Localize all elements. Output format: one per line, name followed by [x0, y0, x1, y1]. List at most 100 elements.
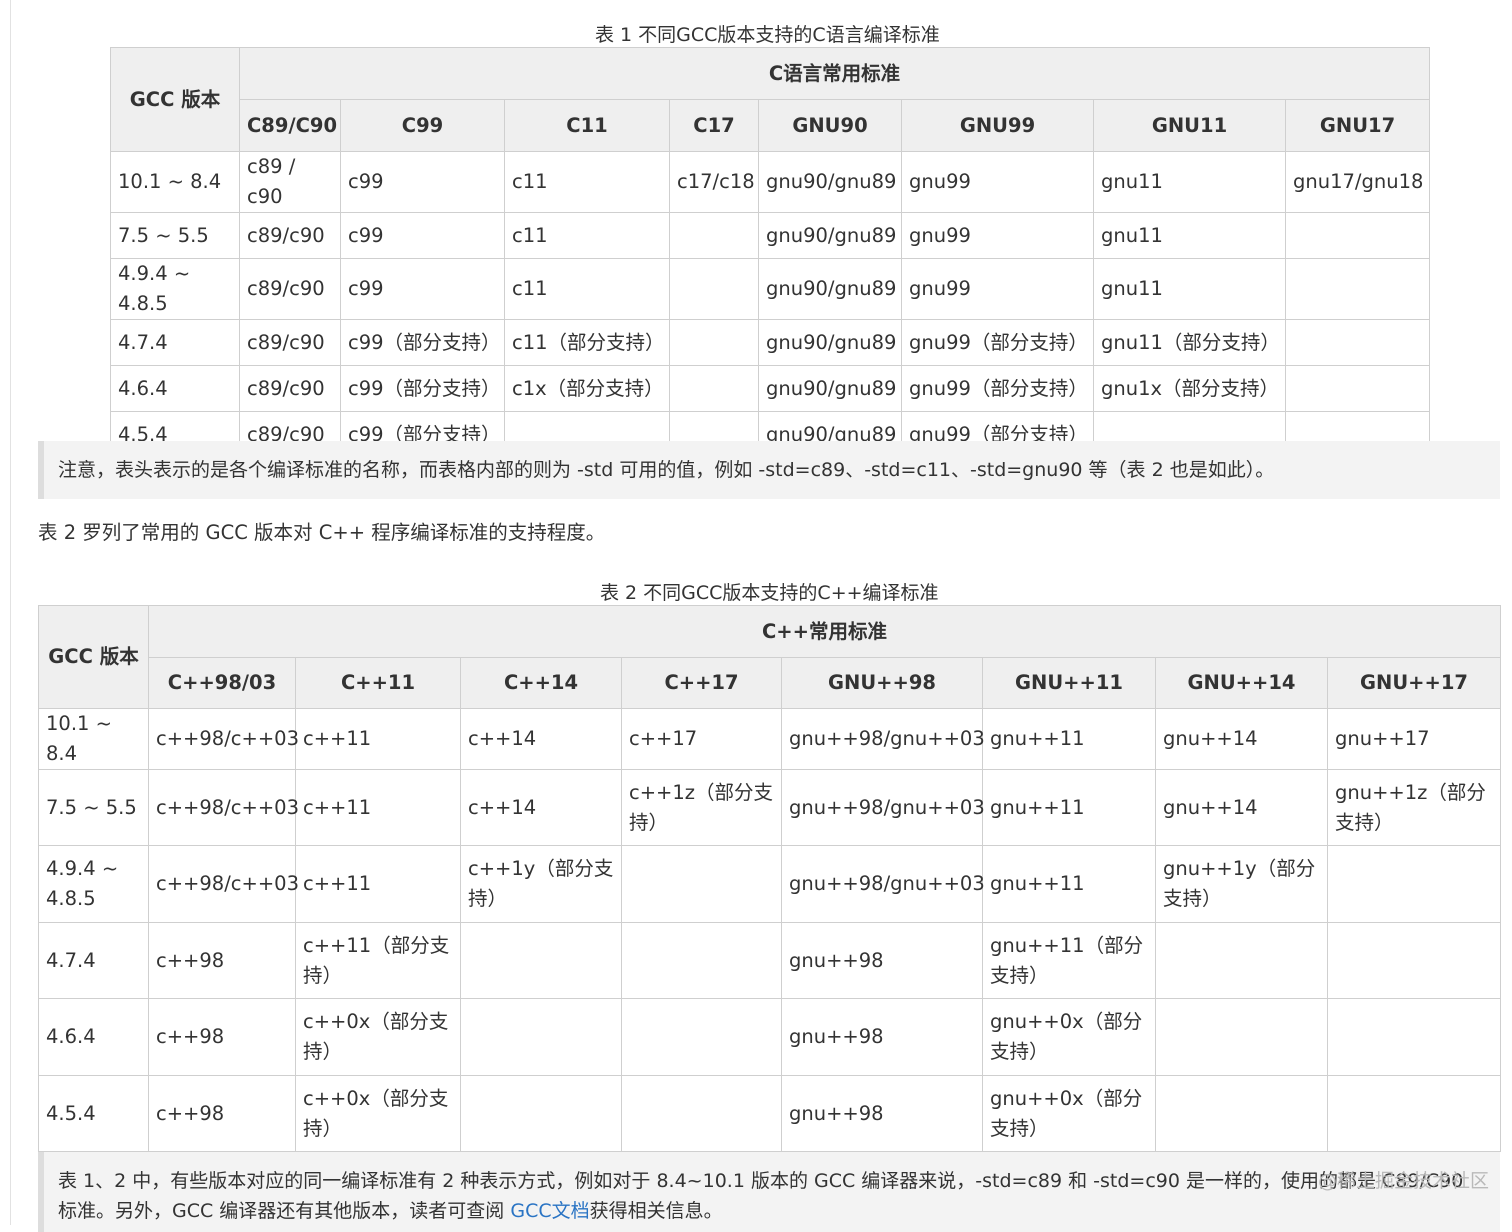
table1-column-header: C99 — [340, 99, 505, 152]
table-cell: 4.7.4 — [110, 319, 240, 366]
table2-caption: 表 2 不同GCC版本支持的C++编译标准 — [600, 582, 939, 604]
table1-column-header: C11 — [504, 99, 670, 152]
table-cell: c89/c90 — [239, 319, 341, 366]
table-cell: gnu90/gnu89 — [758, 319, 902, 366]
note-text-2-before-link: 标准。另外，GCC 编译器还有其他版本，读者可查阅 — [58, 1200, 511, 1222]
table-cell: c++1y（部分支持） — [460, 845, 622, 923]
table2-column-header: C++14 — [460, 657, 622, 709]
table-cell: gnu11 — [1093, 258, 1286, 320]
watermark: @稀土掘金技术社区 — [1318, 1170, 1490, 1192]
table-cell: c17/c18 — [669, 151, 759, 213]
table2-column-header: GNU++11 — [982, 657, 1156, 709]
table-cell: gnu++1y（部分支持） — [1155, 845, 1328, 923]
table-cell: gnu++98/gnu++03 — [781, 708, 985, 770]
table-cell: c++11 — [295, 708, 461, 770]
table-cell: c99 — [340, 212, 505, 259]
table-cell: c++14 — [460, 708, 622, 770]
table-cell: gnu++14 — [1155, 708, 1328, 770]
table-cell — [1327, 922, 1501, 999]
table-cell: gnu90/gnu89 — [758, 212, 902, 259]
table-cell: gnu11 — [1093, 212, 1286, 259]
table-cell: c89/c90 — [239, 365, 341, 412]
table-cell: c99（部分支持） — [340, 365, 505, 412]
table-row: 10.1 ~ 8.4 c++98/c++03 c++11 c++14 c++17 gnu+… — [38, 708, 1501, 770]
table-cell: gnu++1z（部分支持） — [1327, 769, 1501, 846]
table1-column-headers: C89/C90 C99 C11 C17 GNU90 GNU99 GNU11 GNU17 — [111, 99, 1431, 152]
table-cell — [1327, 998, 1501, 1076]
table-cell: gnu++98/gnu++03 — [781, 845, 985, 923]
table-cell: 4.9.4 ~ 4.8.5 — [110, 258, 240, 320]
table-cell — [1284, 365, 1431, 412]
table2-corner-header: GCC 版本 — [38, 605, 149, 709]
note-blockquote-2: 表 1、2 中，有些版本对应的同一编译标准有 2 种表示方式，例如对于 8.4~… — [38, 1152, 1500, 1232]
table-cell: gnu++14 — [1155, 769, 1328, 846]
table-row: 4.5.4 c++98 c++0x（部分支持） gnu++98 gnu++0x（部分支持… — [38, 1075, 1501, 1152]
table-row: 4.6.4 c++98 c++0x（部分支持） gnu++98 gnu++0x（部分支持… — [38, 998, 1501, 1076]
table-cell: c11（部分支持） — [504, 319, 670, 366]
note-text-2-line2: 标准。另外，GCC 编译器还有其他版本，读者可查阅 GCC文档获得相关信息。 — [58, 1196, 1500, 1226]
table-row: 4.9.4 ~ 4.8.5 c89/c90 c99 c11 gnu90/gnu89 gnu… — [110, 258, 1431, 320]
table-row: 7.5 ~ 5.5 c89/c90 c99 c11 gnu90/gnu89 gnu99 gn… — [110, 212, 1431, 259]
table-cell: c++98 — [148, 1075, 296, 1152]
table-cell: 10.1 ~ 8.4 — [38, 708, 149, 770]
table-cell — [1155, 1075, 1328, 1152]
table-row: 4.9.4 ~ 4.8.5 c++98/c++03 c++11 c++1y（部分支持）… — [38, 845, 1501, 923]
note-text-1: 注意，表头表示的是各个编译标准的名称，而表格内部的则为 -std 可用的值，例如… — [58, 459, 1275, 481]
table2-column-header: GNU++17 — [1327, 657, 1501, 709]
table-cell — [1327, 845, 1501, 923]
table-row: 10.1 ~ 8.4 c89 / c90 c99 c11 c17/c18 gnu90/gn… — [110, 151, 1431, 213]
table-cell: 7.5 ~ 5.5 — [110, 212, 240, 259]
table-cell — [621, 998, 782, 1076]
table-cell: c1x（部分支持） — [504, 365, 670, 412]
table-cell — [669, 258, 759, 320]
table-cell: c++0x（部分支持） — [295, 998, 461, 1076]
table-cell: c++11（部分支持） — [295, 922, 461, 999]
table-cell: c11 — [504, 151, 670, 213]
table1-column-header: GNU99 — [901, 99, 1094, 152]
table-cell: c89/c90 — [239, 258, 341, 320]
table-cell: c++1z（部分支持） — [621, 769, 782, 846]
table-cell: gnu90/gnu89 — [758, 151, 902, 213]
table1: GCC 版本 C语言常用标准 C89/C90 C99 C11 C17 GNU90 GNU9… — [110, 47, 1431, 458]
table-row: 4.7.4 c++98 c++11（部分支持） gnu++98 gnu++11（部分支持… — [38, 922, 1501, 999]
table-cell — [1284, 212, 1431, 259]
table1-column-header: C17 — [669, 99, 759, 152]
table-cell: gnu90/gnu89 — [758, 365, 902, 412]
table-cell: gnu11 — [1093, 151, 1286, 213]
table-cell — [669, 319, 759, 366]
table-cell: c++98 — [148, 998, 296, 1076]
table-cell: c99（部分支持） — [340, 319, 505, 366]
table-cell: gnu99 — [901, 151, 1094, 213]
table-cell: c99 — [340, 151, 505, 213]
table-cell: gnu99 — [901, 212, 1094, 259]
table2-intro-paragraph: 表 2 罗列了常用的 GCC 版本对 C++ 程序编译标准的支持程度。 — [38, 521, 606, 544]
table-cell: 4.6.4 — [110, 365, 240, 412]
table1-caption: 表 1 不同GCC版本支持的C语言编译标准 — [595, 24, 940, 46]
table-cell: gnu++0x（部分支持） — [982, 998, 1156, 1076]
gcc-docs-link[interactable]: GCC文档 — [510, 1200, 589, 1222]
table-cell — [621, 922, 782, 999]
table-cell: c++98/c++03 — [148, 845, 299, 923]
table-cell — [669, 365, 759, 412]
table-cell: gnu90/gnu89 — [758, 258, 902, 320]
table1-body: 10.1 ~ 8.4 c89 / c90 c99 c11 c17/c18 gnu90/gn… — [110, 151, 1431, 458]
table-cell: gnu17/gnu18 — [1284, 151, 1431, 213]
table-cell: gnu++11 — [982, 769, 1156, 846]
table-cell: gnu99 — [901, 258, 1094, 320]
table-cell: gnu++11（部分支持） — [982, 922, 1156, 999]
table-cell: 4.6.4 — [38, 998, 149, 1076]
table-cell: c++98/c++03 — [148, 769, 299, 846]
table-cell: c++11 — [295, 845, 461, 923]
table-cell: 4.5.4 — [38, 1075, 149, 1152]
table-cell: c99 — [340, 258, 505, 320]
table-cell: 4.9.4 ~ 4.8.5 — [38, 845, 149, 923]
table1-column-header: GNU11 — [1093, 99, 1286, 152]
page-edge-line — [10, 0, 11, 1225]
table-cell — [1155, 998, 1328, 1076]
table-cell: c11 — [504, 212, 670, 259]
table-cell: gnu++98 — [781, 1075, 983, 1152]
table-cell — [460, 998, 622, 1076]
table-cell: c++11 — [295, 769, 461, 846]
table-cell: gnu1x（部分支持） — [1093, 365, 1286, 412]
table2-column-header: C++11 — [295, 657, 461, 709]
